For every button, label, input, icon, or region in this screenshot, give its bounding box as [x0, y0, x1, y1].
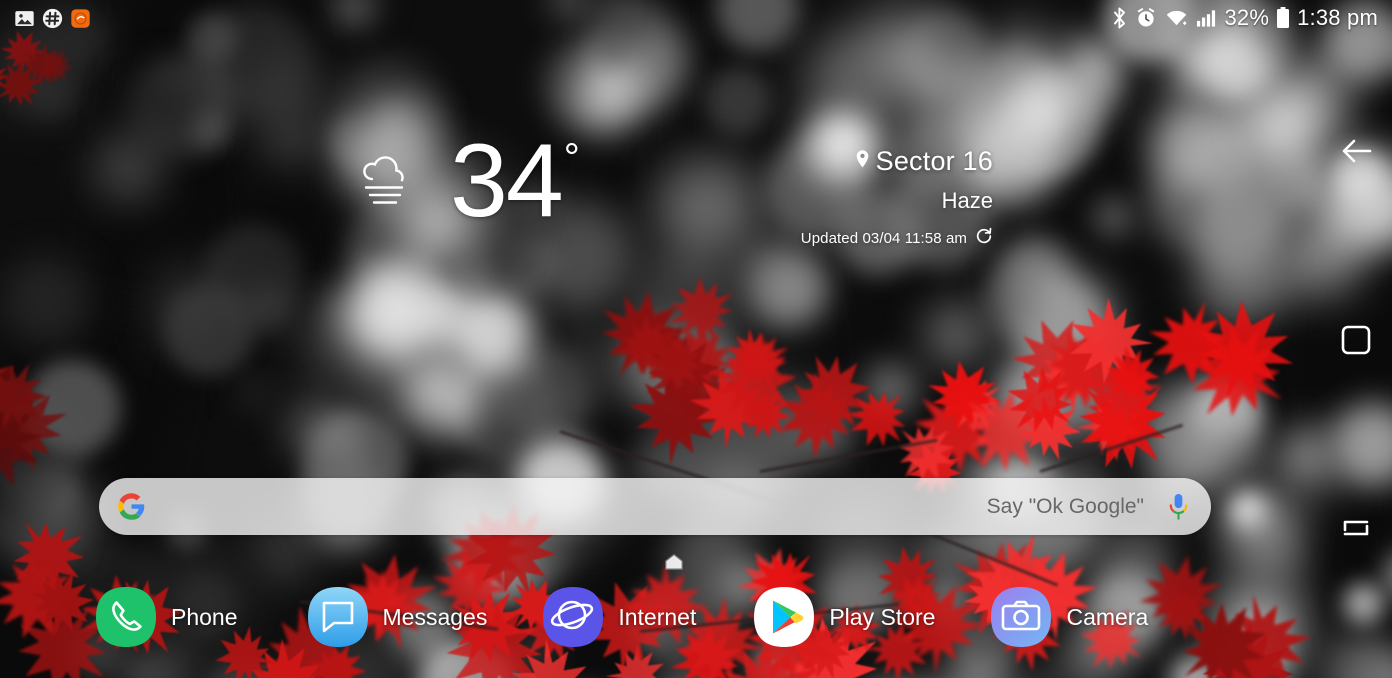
- microphone-icon[interactable]: [1166, 492, 1191, 522]
- nav-home-button[interactable]: [1333, 317, 1379, 363]
- status-bar[interactable]: 32% 1:38 pm: [0, 0, 1392, 36]
- refresh-icon[interactable]: [975, 227, 993, 249]
- wifi-icon: [1164, 7, 1189, 29]
- degree-symbol: °: [563, 136, 580, 180]
- alarm-icon: [1135, 7, 1157, 29]
- wallpaper: [0, 0, 1392, 678]
- home-page-indicator-icon[interactable]: [664, 553, 684, 571]
- dock-label-phone: Phone: [171, 603, 238, 630]
- bluetooth-icon: [1111, 6, 1128, 30]
- weather-details[interactable]: Sector 16 Haze Updated 03/04 11:58 am: [801, 118, 993, 249]
- notification-icons[interactable]: [14, 8, 91, 29]
- weather-widget[interactable]: 34 ° Sector 16 Haze Updated 03/04 11:58 …: [0, 118, 1000, 268]
- dock-item-messages[interactable]: Messages: [306, 585, 488, 649]
- dock-label-messages: Messages: [382, 603, 488, 630]
- google-search-bar[interactable]: Say "Ok Google": [99, 478, 1211, 535]
- search-placeholder: Say "Ok Google": [986, 494, 1144, 518]
- dock-label-camera: Camera: [1066, 603, 1149, 630]
- weather-location-row[interactable]: Sector 16: [801, 146, 993, 177]
- camera-icon: [989, 585, 1053, 649]
- google-g-icon[interactable]: [117, 492, 146, 521]
- wallpaper-bokeh-layer: [0, 0, 1392, 678]
- weather-location: Sector 16: [875, 146, 993, 176]
- weather-temperature-block[interactable]: 34 °: [352, 123, 580, 239]
- phone-icon: [94, 585, 158, 649]
- location-pin-icon: [855, 149, 870, 174]
- dock-item-phone[interactable]: Phone: [94, 585, 238, 649]
- play-store-icon: [752, 585, 816, 649]
- image-notification-icon[interactable]: [14, 8, 35, 29]
- orange-app-notification-icon[interactable]: [70, 8, 91, 29]
- weather-condition: Haze: [941, 188, 993, 213]
- internet-icon: [541, 585, 605, 649]
- dock-label-internet: Internet: [618, 603, 697, 630]
- navigation-bar[interactable]: [1320, 0, 1392, 678]
- temperature-display: 34 °: [450, 123, 580, 239]
- hashtag-notification-icon[interactable]: [42, 8, 63, 29]
- dock-label-play-store: Play Store: [829, 603, 936, 630]
- cellular-signal-icon: [1196, 8, 1217, 28]
- app-dock[interactable]: Phone Messages Internet Play Store Camer…: [0, 578, 1310, 656]
- battery-icon: [1276, 6, 1290, 30]
- weather-updated-text: Updated 03/04 11:58 am: [800, 229, 967, 247]
- weather-updated-row[interactable]: Updated 03/04 11:58 am: [801, 227, 993, 249]
- dock-item-camera[interactable]: Camera: [989, 585, 1148, 649]
- status-indicators[interactable]: 32% 1:38 pm: [1111, 5, 1378, 31]
- haze-icon: [352, 145, 424, 217]
- status-bar-clock: 1:38 pm: [1297, 5, 1378, 30]
- dock-item-internet[interactable]: Internet: [541, 585, 696, 649]
- dock-item-play-store[interactable]: Play Store: [752, 585, 935, 649]
- temperature-value: 34: [450, 123, 564, 239]
- battery-percentage: 32%: [1224, 5, 1270, 30]
- nav-back-button[interactable]: [1333, 128, 1379, 174]
- messages-icon: [306, 585, 370, 649]
- nav-recents-button[interactable]: [1333, 505, 1379, 551]
